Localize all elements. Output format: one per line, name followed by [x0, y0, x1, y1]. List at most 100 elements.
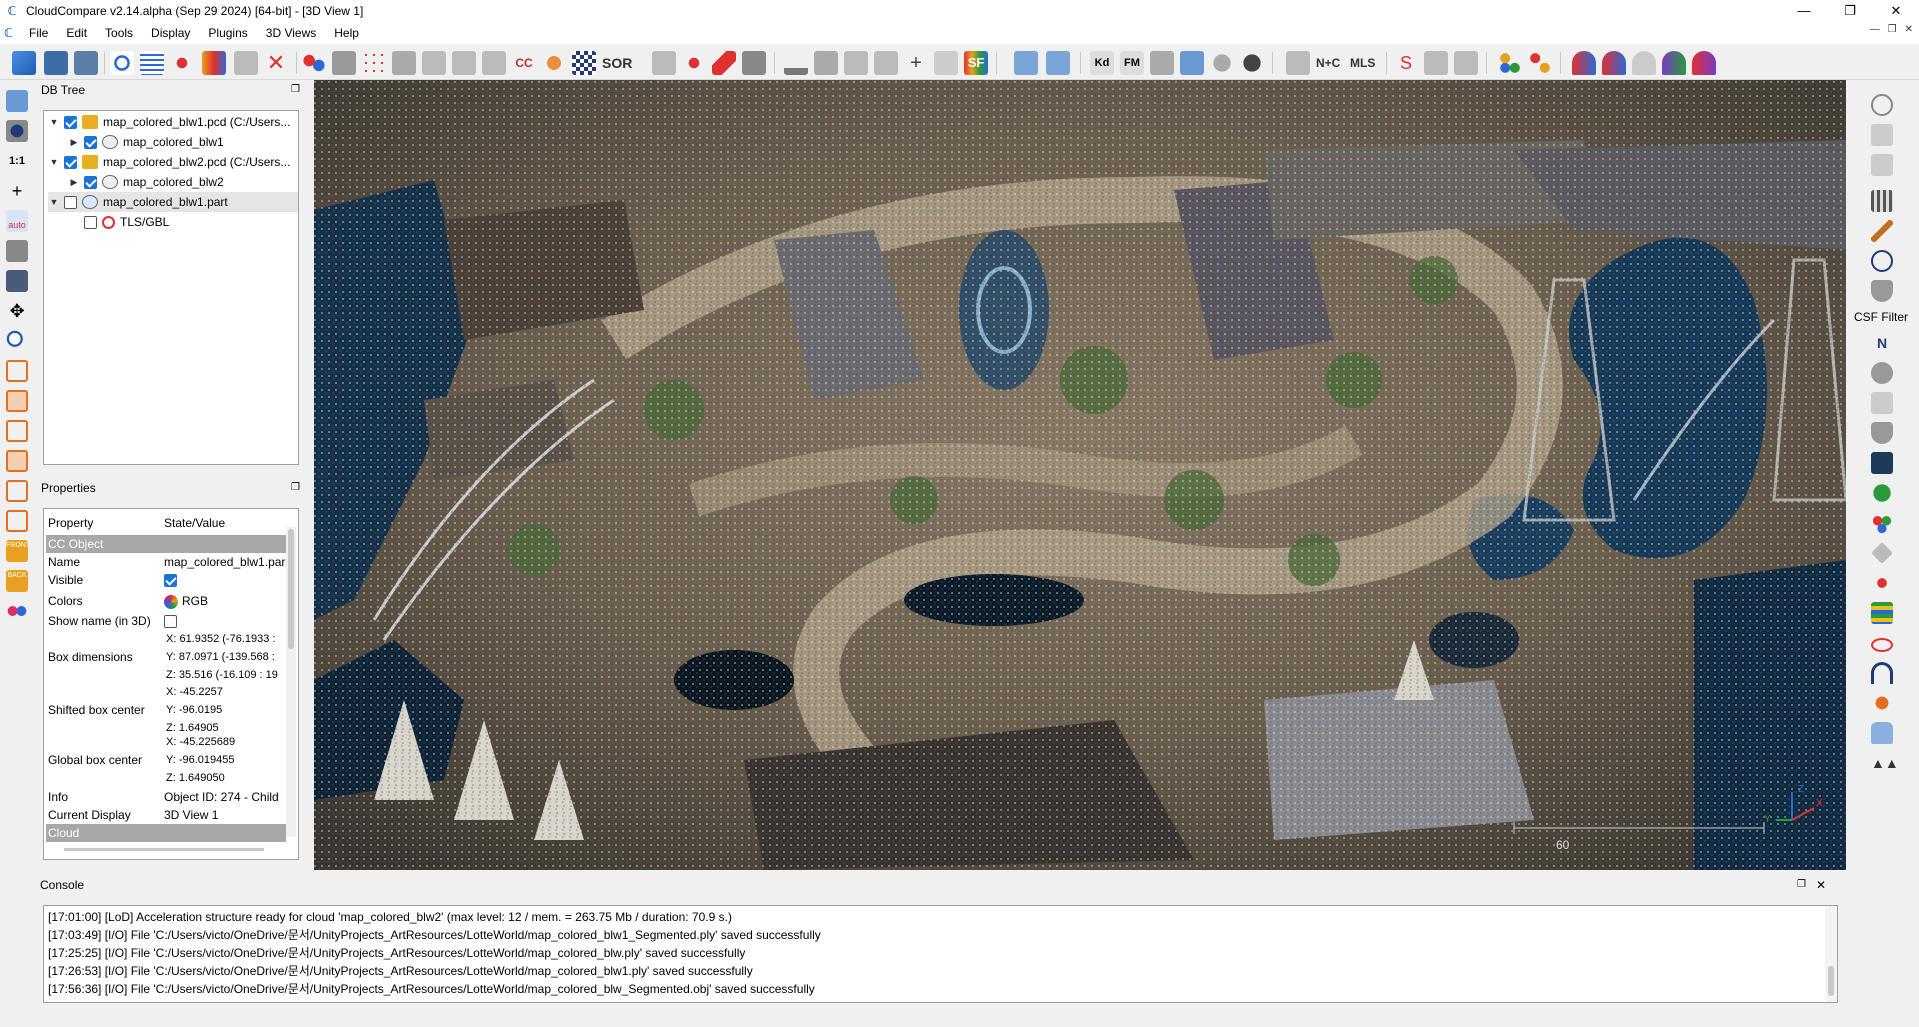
3d-view[interactable]: 60 Z X Y — [314, 80, 1846, 870]
align-icon[interactable] — [482, 51, 506, 75]
show-name-checkbox[interactable] — [164, 615, 177, 628]
tool-icon-1[interactable] — [1871, 124, 1893, 146]
sf-gradient-icon[interactable] — [814, 51, 838, 75]
console-scrollbar[interactable] — [1825, 906, 1837, 1002]
menu-edit[interactable]: Edit — [57, 22, 96, 44]
viewer-icon-1[interactable] — [1572, 51, 1596, 75]
save-all-icon[interactable] — [74, 51, 98, 75]
iso-back-icon[interactable]: BACK — [6, 570, 28, 592]
curve-icon[interactable]: S — [1394, 51, 1418, 75]
delete-icon[interactable]: ✕ — [264, 51, 288, 75]
menu-3d-views[interactable]: 3D Views — [257, 22, 325, 44]
cluster-icon[interactable] — [1498, 51, 1522, 75]
cc-icon[interactable]: CC — [512, 51, 536, 75]
merge-icon[interactable] — [234, 51, 258, 75]
mdi-restore-button[interactable]: ❐ — [1888, 24, 1897, 35]
color-ramp-icon[interactable] — [202, 51, 226, 75]
visible-checkbox[interactable] — [164, 574, 177, 587]
canupo-classify-icon[interactable] — [1046, 51, 1070, 75]
maximize-button[interactable]: ❐ — [1827, 0, 1873, 22]
list-icon[interactable] — [140, 51, 164, 75]
profile-icon[interactable] — [1424, 51, 1448, 75]
zoom-icon[interactable] — [6, 330, 28, 352]
visibility-checkbox[interactable] — [64, 195, 77, 209]
tree-item[interactable]: ▶ map_colored_blw2 — [68, 172, 224, 192]
viewer-icon-5[interactable] — [1692, 51, 1716, 75]
mdi-close-button[interactable]: ✕ — [1905, 24, 1913, 35]
bottom-view-icon[interactable] — [6, 510, 28, 532]
tree-item[interactable]: TLS/GBL — [68, 212, 169, 232]
camera-icon[interactable] — [6, 120, 28, 142]
dock-icon[interactable]: ❐ — [291, 479, 300, 497]
ssao-icon[interactable] — [1150, 51, 1174, 75]
prop-visible-row[interactable]: Visible — [46, 571, 286, 589]
visibility-checkbox[interactable] — [84, 215, 97, 229]
expand-arrow-icon[interactable]: ▼ — [48, 157, 60, 167]
visibility-checkbox[interactable] — [64, 155, 77, 169]
prop-show-name-row[interactable]: Show name (in 3D) — [46, 612, 286, 630]
menu-tools[interactable]: Tools — [96, 22, 142, 44]
section-icon[interactable] — [1454, 51, 1478, 75]
point-pick-icon[interactable] — [110, 51, 134, 75]
right-view-icon[interactable] — [6, 480, 28, 502]
cross-section-icon[interactable] — [652, 51, 676, 75]
mdi-minimize-button[interactable]: — — [1870, 24, 1880, 35]
open-icon[interactable] — [12, 51, 36, 75]
prop-colors-row[interactable]: Colors RGB — [46, 591, 286, 611]
cloud-layers-icon[interactable] — [1528, 51, 1552, 75]
top-view-icon[interactable] — [6, 360, 28, 382]
console-close-button[interactable]: ✕ — [1816, 876, 1826, 894]
filter-icon[interactable] — [392, 51, 416, 75]
cloud-tool-icon[interactable] — [1871, 722, 1893, 744]
sor-filter-button[interactable]: SOR — [602, 51, 632, 75]
prop-display-row[interactable]: Current Display 3D View 1 — [46, 806, 286, 824]
normals-icon[interactable] — [332, 51, 356, 75]
registration-icon[interactable] — [452, 51, 476, 75]
shield-icon[interactable] — [1871, 280, 1893, 302]
display-select[interactable]: 3D View 1 — [164, 806, 286, 824]
add-point-icon[interactable] — [170, 51, 194, 75]
scrollbar-thumb[interactable] — [1828, 966, 1834, 996]
edl-icon[interactable] — [1180, 51, 1204, 75]
horizontal-scrollbar[interactable] — [64, 848, 264, 851]
tree-item[interactable]: ▼ map_colored_blw1.pcd (C:/Users... — [48, 112, 290, 132]
delete-sf-icon[interactable] — [934, 51, 958, 75]
magnet-icon[interactable] — [1871, 662, 1893, 684]
name-value[interactable]: map_colored_blw1.par — [164, 553, 286, 571]
subsample-icon[interactable] — [362, 51, 386, 75]
pick-rotation-icon[interactable] — [742, 51, 766, 75]
trees-icon[interactable]: ▲▲ — [1871, 752, 1899, 774]
m3c2-icon[interactable] — [1871, 392, 1893, 414]
menu-display[interactable]: Display — [142, 22, 199, 44]
rgb-icon[interactable] — [1871, 512, 1893, 534]
sf-arithmetic-icon[interactable] — [874, 51, 898, 75]
minimize-button[interactable]: — — [1781, 0, 1827, 22]
add-sf-icon[interactable]: + — [904, 51, 928, 75]
left-view-icon[interactable] — [6, 420, 28, 442]
visibility-checkbox[interactable] — [84, 175, 97, 189]
kd-button[interactable]: Kd — [1090, 51, 1114, 75]
auto-pivot-icon[interactable]: auto — [6, 210, 28, 232]
back-view-icon[interactable] — [6, 450, 28, 472]
viewer-icon-4[interactable] — [1662, 51, 1686, 75]
front-view-icon[interactable] — [6, 390, 28, 412]
canupo-create-icon[interactable] — [1014, 51, 1038, 75]
collapse-arrow-icon[interactable]: ▶ — [68, 177, 80, 188]
fullscreen-icon[interactable] — [6, 90, 28, 112]
expand-arrow-icon[interactable]: ▼ — [48, 197, 60, 207]
visibility-checkbox[interactable] — [64, 115, 77, 129]
pcv-icon[interactable] — [1871, 452, 1893, 474]
viewer-icon-3[interactable] — [1632, 51, 1656, 75]
compass-icon[interactable] — [1871, 250, 1893, 272]
scrollbar-thumb[interactable] — [288, 529, 294, 649]
histogram-icon[interactable] — [784, 51, 808, 75]
pan-icon[interactable]: ✥ — [6, 300, 28, 322]
puzzle-icon[interactable] — [1286, 51, 1310, 75]
ellipse-icon[interactable] — [1871, 638, 1893, 652]
segment-icon[interactable] — [712, 51, 736, 75]
expand-arrow-icon[interactable]: ▼ — [48, 117, 60, 127]
tree-item[interactable]: ▶ map_colored_blw1 — [68, 132, 224, 152]
menu-help[interactable]: Help — [325, 22, 368, 44]
sf-filter-icon[interactable] — [844, 51, 868, 75]
rotate-icon[interactable] — [6, 240, 28, 262]
